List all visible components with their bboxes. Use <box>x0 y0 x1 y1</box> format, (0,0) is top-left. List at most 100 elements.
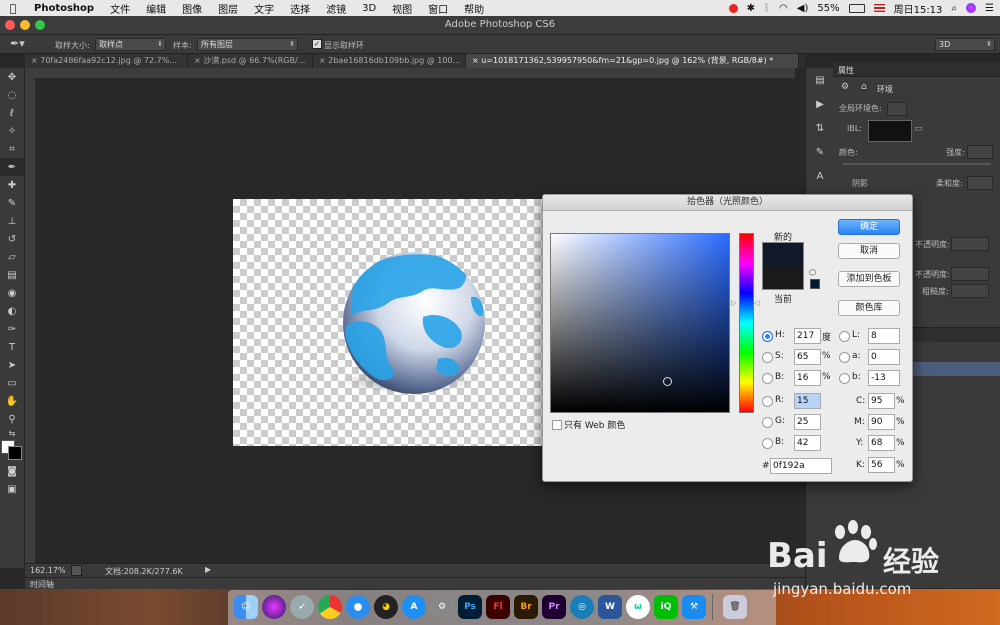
sample-size-select[interactable]: 取样点 <box>95 38 166 51</box>
history-panel-icon[interactable]: ▤ <box>806 68 834 92</box>
tab-document-1[interactable]: × 70fa2486faa92c12.jpg @ 72.7%... <box>25 54 188 68</box>
blur-tool-icon[interactable]: ◉ <box>0 284 24 302</box>
battery-percent[interactable]: 55% <box>817 3 839 14</box>
tab-close-icon[interactable]: × <box>194 56 203 65</box>
browser-icon[interactable]: ◎ <box>570 595 594 619</box>
bridge-icon[interactable]: Br <box>514 595 538 619</box>
environment-icon[interactable]: ⚙ <box>841 82 849 92</box>
iqiyi-icon[interactable]: iQ <box>654 595 678 619</box>
tab-document-3[interactable]: × 2bae16816db109bb.jpg @ 100... <box>313 54 466 68</box>
actions-panel-icon[interactable]: ▶ <box>806 92 834 116</box>
hex-input[interactable]: 0f192a <box>770 458 832 474</box>
clock[interactable]: 周日15:13 <box>894 1 943 16</box>
brush-panel-icon[interactable]: ✎ <box>806 140 834 164</box>
document-canvas[interactable] <box>233 199 543 446</box>
softness-field[interactable] <box>967 176 993 190</box>
ibl-preview[interactable] <box>868 120 912 142</box>
brightness-radio[interactable] <box>762 373 773 384</box>
hue-slider-right-arrow-icon[interactable]: ◁ <box>754 299 759 307</box>
lightness-radio[interactable] <box>839 331 850 342</box>
adjust-panel-icon[interactable]: ⇅ <box>806 116 834 140</box>
yellow-input[interactable]: 68 <box>868 435 895 451</box>
a-channel-input[interactable]: 0 <box>868 349 900 365</box>
flash-icon[interactable]: Fl <box>486 595 510 619</box>
menu-layer[interactable]: 图层 <box>210 1 246 16</box>
saturation-radio[interactable] <box>762 352 773 363</box>
b-channel-input[interactable]: -13 <box>868 370 900 386</box>
color-libraries-button[interactable]: 颜色库 <box>838 300 900 316</box>
photoshop-icon[interactable]: Ps <box>458 595 482 619</box>
character-panel-icon[interactable]: A <box>806 164 834 188</box>
menu-3d[interactable]: 3D <box>354 3 384 14</box>
ibl-folder-icon[interactable]: ▭ <box>914 124 923 134</box>
premiere-icon[interactable]: Pr <box>542 595 566 619</box>
app-store-icon[interactable]: A <box>402 595 426 619</box>
color-swatches[interactable] <box>0 438 24 462</box>
web-colors-checkbox[interactable] <box>552 420 562 430</box>
spotlight-icon[interactable]: ⌕ <box>951 3 957 14</box>
background-color-swatch[interactable] <box>8 446 22 460</box>
color-selector-ring[interactable] <box>663 377 672 386</box>
zoom-tool-icon[interactable]: ⚲ <box>0 410 24 428</box>
menu-type[interactable]: 文字 <box>246 1 282 16</box>
hue-slider-left-arrow-icon[interactable]: ▷ <box>731 299 736 307</box>
battery-icon[interactable] <box>848 3 865 13</box>
cyan-input[interactable]: 95 <box>868 393 895 409</box>
status-menu-arrow-icon[interactable]: ▶ <box>205 565 211 574</box>
web-safe-swatch[interactable] <box>810 279 820 289</box>
gradient-tool-icon[interactable]: ▤ <box>0 266 24 284</box>
saturation-input[interactable]: 65 <box>794 349 821 365</box>
export-icon[interactable] <box>71 565 82 576</box>
zoom-level[interactable]: 162.17% <box>30 566 66 575</box>
scene-icon[interactable]: ⌂ <box>861 82 867 92</box>
healing-brush-tool-icon[interactable]: ✚ <box>0 176 24 194</box>
marquee-tool-icon[interactable]: ◌ <box>0 86 24 104</box>
shape-tool-icon[interactable]: ▭ <box>0 374 24 392</box>
tab-close-icon[interactable]: × <box>319 56 328 65</box>
hue-input[interactable]: 217 <box>794 328 821 344</box>
flag-icon[interactable] <box>873 4 885 12</box>
word-icon[interactable]: W <box>598 595 622 619</box>
path-selection-tool-icon[interactable]: ➤ <box>0 356 24 374</box>
screen-mode-icon[interactable]: ▣ <box>0 480 24 498</box>
system-preferences-icon[interactable]: ⚙ <box>430 595 454 619</box>
show-ring-checkbox[interactable]: ✓ <box>312 39 322 49</box>
clone-stamp-tool-icon[interactable]: ⊥ <box>0 212 24 230</box>
wechat-reader-icon[interactable]: ω <box>626 595 650 619</box>
current-color-swatch[interactable] <box>762 266 804 290</box>
hue-radio[interactable] <box>762 331 773 342</box>
black-input[interactable]: 56 <box>868 457 895 473</box>
menu-edit[interactable]: 编辑 <box>138 1 174 16</box>
tab-close-icon[interactable]: × <box>31 56 40 65</box>
volume-icon[interactable]: ◀) <box>797 3 809 14</box>
xcode-icon[interactable]: ⚒ <box>682 595 706 619</box>
brush-tool-icon[interactable]: ✎ <box>0 194 24 212</box>
red-radio[interactable] <box>762 396 773 407</box>
safari-icon[interactable] <box>346 595 370 619</box>
hand-tool-icon[interactable]: ✋ <box>0 392 24 410</box>
type-tool-icon[interactable]: T <box>0 338 24 356</box>
properties-title[interactable]: 属性 <box>838 65 854 76</box>
intensity-field[interactable] <box>967 145 993 159</box>
green-radio[interactable] <box>762 417 773 428</box>
cancel-button[interactable]: 取消 <box>838 243 900 259</box>
blue-input[interactable]: 42 <box>794 435 821 451</box>
menu-app-photoshop[interactable]: Photoshop <box>26 3 102 14</box>
eyedropper-tool-preset-icon[interactable]: ✒▾ <box>10 37 25 50</box>
history-brush-tool-icon[interactable]: ↺ <box>0 230 24 248</box>
siri-icon[interactable] <box>966 3 977 13</box>
opacity-field-1[interactable] <box>951 237 989 251</box>
b-channel-radio[interactable] <box>839 373 850 384</box>
launchpad-icon[interactable]: ➶ <box>290 595 314 619</box>
menu-image[interactable]: 图像 <box>174 1 210 16</box>
wifi-icon[interactable]: ◠ <box>779 3 788 14</box>
add-to-swatches-button[interactable]: 添加到色板 <box>838 271 900 287</box>
qq-icon[interactable]: ◕ <box>374 595 398 619</box>
ok-button[interactable]: 确定 <box>838 219 900 235</box>
red-input[interactable]: 15 <box>794 393 821 409</box>
brightness-input[interactable]: 16 <box>794 370 821 386</box>
blue-radio[interactable] <box>762 438 773 449</box>
lightness-input[interactable]: 8 <box>868 328 900 344</box>
menu-file[interactable]: 文件 <box>102 1 138 16</box>
status-dot-icon[interactable] <box>728 3 738 13</box>
